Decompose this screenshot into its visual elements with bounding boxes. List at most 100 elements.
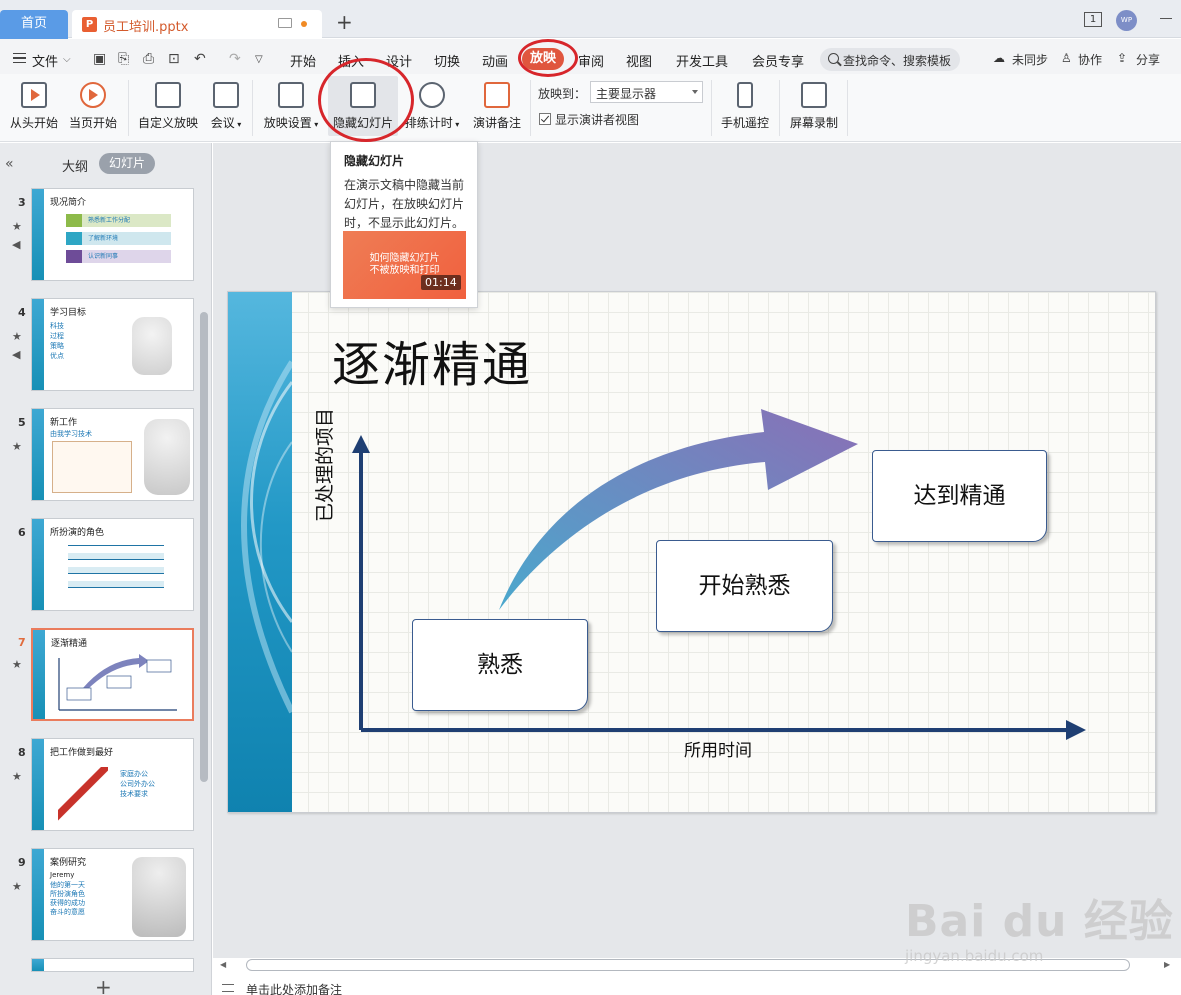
notes-placeholder[interactable]: 单击此处添加备注 [246,981,342,995]
print-preview-icon[interactable]: ⊡ [168,51,180,67]
slide-thumbnail[interactable]: 现况简介 熟悉新工作分配 了解新环境 认识新同事 [31,188,194,281]
list-item: 公司外办公 [120,780,155,788]
monitor-icon[interactable] [278,18,292,28]
new-tab-button[interactable]: + [336,10,353,34]
list-item: 策略 [50,342,64,350]
slide-number: 6 [18,526,26,539]
x-axis-label[interactable]: 所用时间 [684,736,752,761]
collab-button[interactable]: 协作 [1078,51,1102,68]
star-icon: ★ [12,220,22,233]
tab-document[interactable]: P 员工培训.pptx [72,10,322,39]
chart-illustration [52,441,132,493]
avatar[interactable]: WP [1116,10,1137,31]
chevron-down-icon [692,90,698,94]
format-painter-icon[interactable]: ⎘ [118,51,129,67]
undo-icon[interactable]: ↶ [194,51,206,67]
stage-box-mastery[interactable]: 达到精通 [872,450,1047,542]
slide-panel-scrollbar[interactable] [200,312,208,782]
slide-thumb-title: 所扮演的角色 [50,528,105,538]
tab-transition[interactable]: 切换 [434,51,460,70]
customize-qa-icon[interactable]: ▽ [255,54,263,65]
highlight-circle [318,58,414,142]
speaker-notes-button[interactable]: 演讲备注 [470,82,524,131]
slide-canvas[interactable]: 逐渐精通 熟悉 开始熟悉 达到精通 所用时间 已处理的项目 [227,291,1156,813]
divider [847,80,848,136]
unsaved-dot-icon [301,21,307,27]
tooltip-title: 隐藏幻灯片 [344,154,405,168]
from-current-button[interactable]: 当页开始 [66,82,120,131]
slide-thumbnail[interactable]: 学习目标 科技 过程 策略 优点 [31,298,194,391]
add-slide-button[interactable]: + [95,975,112,995]
window-count-icon[interactable]: 1 [1084,12,1102,27]
slide-thumbnail[interactable]: 把工作做到最好 家庭办公 公司外办公 技术要求 [31,738,194,831]
cloud-icon: ☁ [993,51,1005,65]
meeting-button[interactable]: 会议 ▾ [206,82,246,131]
redo-icon[interactable]: ↷ [229,51,241,67]
table-illustration [68,545,164,589]
presenter-view-checkbox[interactable] [539,113,551,125]
divider [711,80,712,136]
share-button[interactable]: 分享 [1136,51,1160,68]
tutorial-video-thumbnail[interactable]: 如何隐藏幻灯片 不被放映和打印 01:14 [343,231,466,299]
slide-thumbnail-selected[interactable]: 逐渐精通 [31,628,194,721]
chevron-down-icon[interactable]: ⌵ [63,54,71,65]
badge [66,250,82,263]
save-icon[interactable]: ▣ [93,51,106,67]
menu-bar: 文件 ⌵ ▣ ⎘ ⎙ ⊡ ↶ ↷ ▽ 开始 插入 设计 切换 动画 放映 审阅 … [0,39,1181,74]
stage-box-familiar[interactable]: 熟悉 [412,619,588,711]
figure-illustration [144,419,190,495]
slide-thumbnail[interactable]: 所扮演的角色 [31,518,194,611]
minimize-icon[interactable] [1160,18,1172,19]
stopwatch-icon [419,82,445,108]
highlight-circle [518,39,578,77]
tab-slides[interactable]: 幻灯片 [99,153,155,174]
hamburger-icon[interactable] [13,53,26,63]
show-settings-button[interactable]: 放映设置 ▾ [262,82,320,131]
collapse-panel-icon[interactable]: « [5,156,14,172]
play-to-label: 放映到： [538,87,587,101]
sync-status[interactable]: 未同步 [1012,51,1048,68]
divider [779,80,780,136]
user-icon: ♙ [1061,51,1072,65]
tab-review[interactable]: 审阅 [578,51,604,70]
slide-number: 9 [18,856,26,869]
menu-file[interactable]: 文件 [32,51,58,70]
print-icon[interactable]: ⎙ [143,51,154,67]
tab-member[interactable]: 会员专享 [752,51,804,70]
slide-thumbnail[interactable] [31,958,194,972]
search-icon [828,53,839,64]
figure-illustration [132,317,172,375]
speaker-icon: ◀ [12,348,21,361]
tab-developer[interactable]: 开发工具 [676,51,728,70]
slide-thumb-title: 学习目标 [50,308,87,318]
tab-outline[interactable]: 大纲 [62,156,88,175]
speaker-notes-label: 演讲备注 [472,116,521,130]
from-start-label: 从头开始 [9,116,58,130]
phone-remote-button[interactable]: 手机遥控 [718,82,772,131]
play-to-select[interactable]: 主要显示器 [590,81,703,103]
slide-thumbnail[interactable]: 新工作 由我学习技术 [31,408,194,501]
notes-icon [484,82,510,108]
slide-thumbnail[interactable]: 案例研究 Jeremy 他的第一天 所扮演角色 获得的成功 奋斗的意愿 [31,848,194,941]
star-icon: ★ [12,770,22,783]
tab-view[interactable]: 视图 [626,51,652,70]
search-placeholder: 查找命令、搜索模板 [843,54,952,68]
tab-home[interactable]: 首页 [0,10,68,39]
record-icon [801,82,827,108]
custom-show-button[interactable]: 自定义放映 [136,82,200,131]
from-start-button[interactable]: 从头开始 [8,82,60,131]
search-input[interactable]: 查找命令、搜索模板 [820,48,960,71]
play-to-value: 主要显示器 [596,87,657,101]
meeting-icon [213,82,239,108]
y-axis-label[interactable]: 已处理的项目 [310,408,337,522]
tab-start[interactable]: 开始 [290,51,316,70]
slide-thumb-title: 案例研究 [50,858,87,868]
stage-box-starting[interactable]: 开始熟悉 [656,540,833,632]
list-item: 技术要求 [120,790,148,798]
ppt-file-icon: P [82,17,97,32]
scroll-left-icon[interactable]: ◀ [220,960,226,969]
settings-gear-icon [278,82,304,108]
screen-record-button[interactable]: 屏幕录制 [787,82,841,131]
monitor-play-icon [21,82,47,108]
tab-animation[interactable]: 动画 [482,51,508,70]
